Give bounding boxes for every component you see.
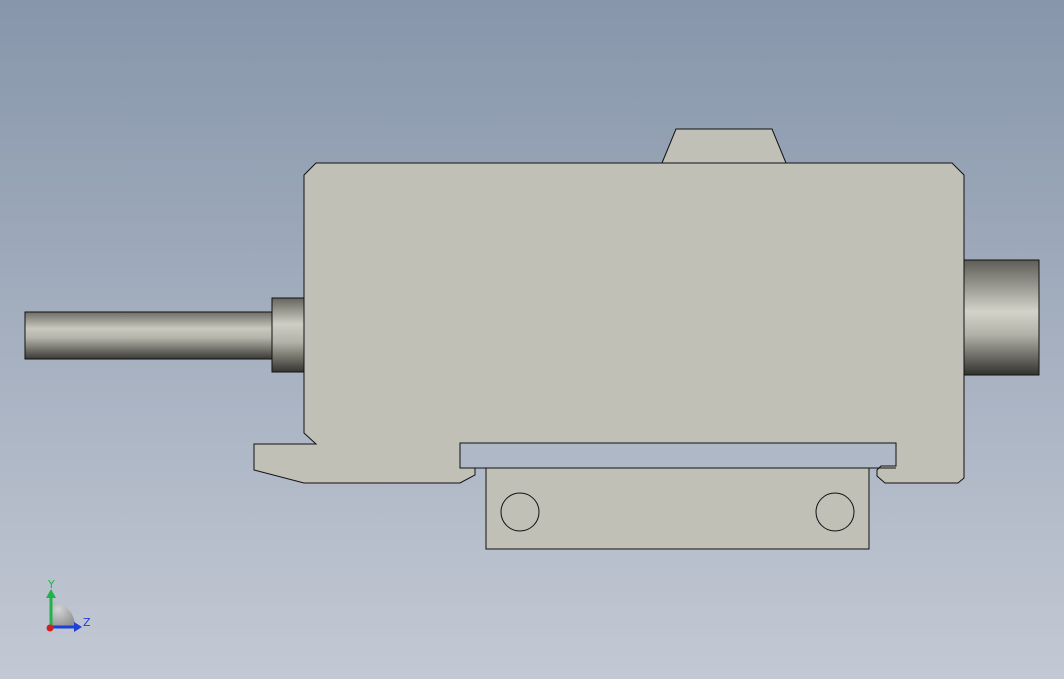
cad-viewport[interactable] bbox=[0, 0, 1064, 679]
main-body bbox=[253, 162, 965, 484]
triad-quadrant bbox=[51, 602, 75, 626]
y-axis-label: Y bbox=[47, 578, 55, 591]
x-axis-origin bbox=[46, 624, 54, 632]
mounting-hole-left bbox=[500, 492, 540, 532]
left-shaft bbox=[24, 311, 276, 360]
mounting-hole-right bbox=[815, 492, 855, 532]
z-axis-arrowhead bbox=[74, 622, 82, 632]
top-tab bbox=[661, 128, 787, 164]
left-collar bbox=[271, 297, 305, 373]
z-axis-label: Z bbox=[83, 616, 91, 629]
right-cylinder bbox=[963, 259, 1040, 376]
view-orientation-triad[interactable]: Y Z bbox=[30, 578, 100, 640]
mounting-plate bbox=[485, 467, 870, 550]
